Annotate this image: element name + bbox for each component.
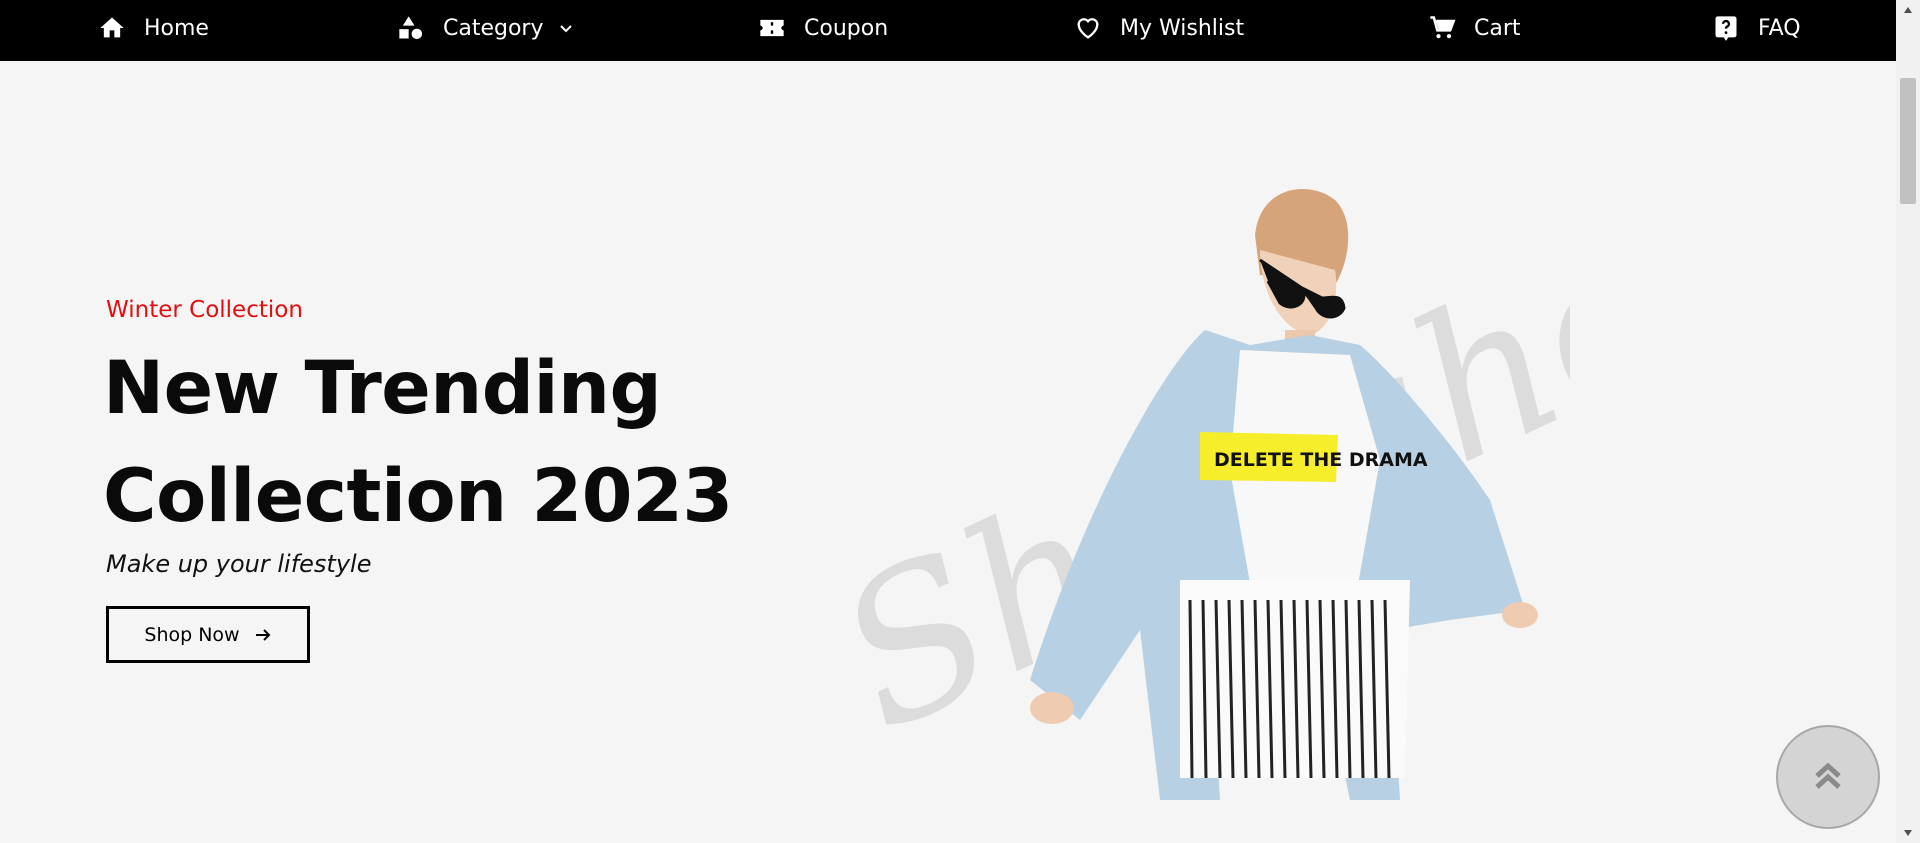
ticket-icon	[760, 19, 784, 37]
nav-home-label: Home	[144, 15, 209, 41]
home-icon	[100, 17, 124, 38]
nav-faq[interactable]: FAQ	[1712, 0, 1801, 56]
nav-home[interactable]: Home	[98, 0, 209, 56]
shop-now-label: Shop Now	[144, 623, 240, 646]
hero-title-line-2: Collection 2023	[103, 454, 733, 539]
nav-category-label: Category	[443, 15, 544, 41]
hero-title-line-1: New Trending	[103, 346, 662, 431]
chevron-down-icon	[559, 25, 572, 33]
scroll-down-arrow[interactable]	[1896, 823, 1920, 843]
double-chevron-up-icon	[1815, 762, 1841, 789]
nav-cart-label: Cart	[1474, 15, 1521, 41]
hero-tagline: Make up your lifestyle	[106, 550, 372, 578]
arrow-right-icon	[255, 628, 271, 641]
top-navbar: Home Category Coupon My Wishlist Cart FA…	[0, 0, 1896, 61]
shop-now-button[interactable]: Shop Now	[106, 606, 310, 663]
question-icon	[1715, 16, 1737, 41]
shirt-print-text: DELETE THE DRAMA	[1214, 449, 1428, 471]
cart-icon	[1430, 16, 1456, 39]
scroll-to-top-button[interactable]	[1776, 725, 1880, 829]
nav-coupon[interactable]: Coupon	[758, 0, 888, 56]
nav-faq-label: FAQ	[1758, 15, 1801, 41]
triangle-down-icon	[1904, 830, 1912, 836]
triangle-up-icon	[1904, 7, 1912, 13]
hero-subtitle: Winter Collection	[106, 297, 303, 323]
striped-pants	[1180, 580, 1410, 779]
hero-model-image: Shopaholic DELETE THE DRAMA	[806, 160, 1570, 800]
shapes-icon	[399, 16, 423, 40]
scroll-thumb[interactable]	[1900, 78, 1916, 204]
heart-icon	[1077, 18, 1099, 39]
nav-wishlist[interactable]: My Wishlist	[1074, 0, 1244, 56]
nav-wishlist-label: My Wishlist	[1120, 15, 1245, 41]
vertical-scrollbar[interactable]	[1896, 0, 1920, 843]
nav-cart[interactable]: Cart	[1428, 0, 1521, 56]
scroll-up-arrow[interactable]	[1896, 0, 1920, 20]
nav-coupon-label: Coupon	[804, 15, 889, 41]
hero-title: New Trending Collection 2023	[103, 335, 743, 551]
nav-category[interactable]: Category	[397, 0, 574, 56]
